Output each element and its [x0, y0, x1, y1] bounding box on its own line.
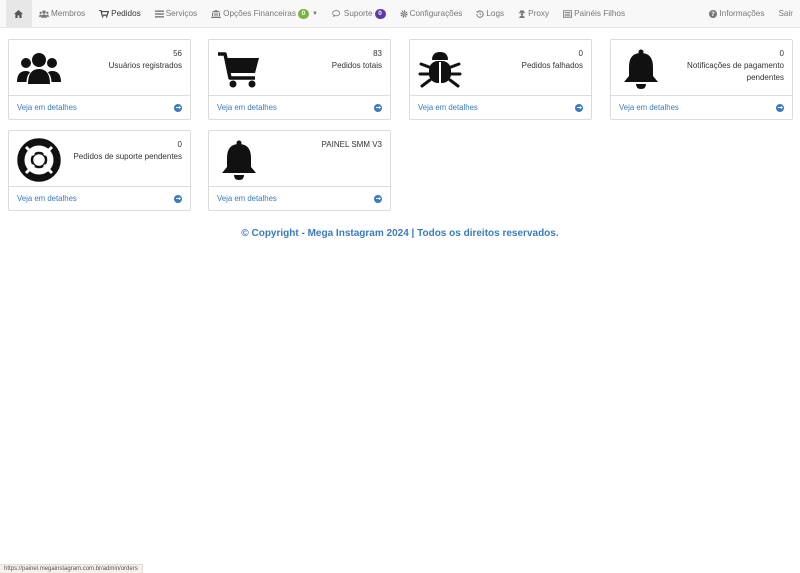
- card-label: Pedidos de suporte pendentes: [73, 152, 182, 161]
- nav-servicos-label: Serviços: [165, 9, 198, 18]
- nav-suporte-label: Suporte: [343, 9, 373, 18]
- list-alt-icon: [563, 9, 573, 18]
- card-details-label: Veja em detalhes: [17, 194, 77, 203]
- comments-icon: [332, 9, 341, 17]
- card-body: PAINEL SMM V3: [209, 131, 390, 187]
- bell-icon: [222, 140, 256, 180]
- card-body: 0 Pedidos de suporte pendentes: [9, 131, 190, 187]
- card-notificacoes: 0 Notificações de pagamento pendentes Ve…: [610, 39, 793, 120]
- cart-icon: [99, 9, 110, 18]
- card-painel: PAINEL SMM V3 Veja em detalhes: [208, 130, 391, 211]
- card-falhados: 0 Pedidos falhados Veja em detalhes: [409, 39, 592, 120]
- card-details-label: Veja em detalhes: [217, 103, 277, 112]
- card-value: 0: [578, 49, 583, 58]
- nav-home[interactable]: [6, 0, 32, 27]
- card-label: Pedidos totais: [331, 61, 382, 70]
- card-details-label: Veja em detalhes: [17, 103, 77, 112]
- list-icon: [154, 9, 164, 18]
- card-label: Notificações de pagamento pendentes: [687, 61, 784, 82]
- life-ring-icon: [17, 138, 61, 182]
- svg-text:?: ?: [712, 10, 716, 18]
- arrow-circle-right-icon: [374, 103, 382, 112]
- question-circle-icon: ?: [709, 9, 718, 18]
- card-body: 0 Notificações de pagamento pendentes: [611, 40, 792, 96]
- card-details-label: Veja em detalhes: [418, 103, 478, 112]
- nav-pedidos-label: Pedidos: [111, 9, 141, 18]
- user-secret-icon: [518, 9, 526, 18]
- home-icon: [13, 9, 23, 18]
- nav-left: Membros Pedidos Serviços Opções Financei…: [0, 0, 632, 27]
- card-details-link[interactable]: Veja em detalhes: [410, 96, 591, 119]
- bug-icon: [418, 52, 462, 88]
- nav-right: ? Informações Sair: [702, 0, 800, 27]
- card-value: 56: [173, 49, 182, 58]
- card-suporte: 0 Pedidos de suporte pendentes Veja em d…: [8, 130, 191, 211]
- card-usuarios: 56 Usuários registrados Veja em detalhes: [8, 39, 191, 120]
- top-navbar: Membros Pedidos Serviços Opções Financei…: [0, 0, 800, 28]
- card-value: 0: [177, 140, 182, 149]
- nav-sair-label: Sair: [778, 9, 793, 18]
- bell-icon: [624, 49, 658, 89]
- nav-paineis-filhos[interactable]: Painéis Filhos: [556, 0, 632, 27]
- card-label: Pedidos falhados: [521, 61, 583, 70]
- card-details-label: Veja em detalhes: [217, 194, 277, 203]
- card-details-label: Veja em detalhes: [619, 103, 679, 112]
- nav-sair[interactable]: Sair: [771, 0, 800, 27]
- nav-opcoes-financeiras-label: Opções Financeiras: [223, 9, 296, 18]
- financeiras-badge: 0: [297, 8, 309, 19]
- nav-configuracoes[interactable]: Configurações: [393, 0, 470, 27]
- nav-pedidos[interactable]: Pedidos: [92, 0, 148, 27]
- copyright-footer: © Copyright - Mega Instagram 2024 | Todo…: [241, 228, 559, 239]
- card-pedidos: 83 Pedidos totais Veja em detalhes: [208, 39, 391, 120]
- card-value: 0: [779, 49, 784, 58]
- card-value: PAINEL SMM V3: [321, 140, 382, 149]
- card-label: Usuários registrados: [108, 61, 182, 70]
- nav-servicos[interactable]: Serviços: [148, 0, 204, 27]
- cart-icon: [218, 52, 259, 88]
- nav-membros[interactable]: Membros: [32, 0, 92, 27]
- status-bar-url: https://painel.megainstagram.com.br/admi…: [0, 564, 143, 573]
- nav-logs-label: Logs: [486, 9, 505, 18]
- card-details-link[interactable]: Veja em detalhes: [611, 96, 792, 119]
- bank-icon: [211, 9, 221, 18]
- card-body: 56 Usuários registrados: [9, 40, 190, 96]
- arrow-circle-right-icon: [174, 194, 182, 203]
- card-body: 83 Pedidos totais: [209, 40, 390, 96]
- nav-paineis-filhos-label: Painéis Filhos: [574, 9, 626, 18]
- nav-opcoes-financeiras[interactable]: Opções Financeiras 0 ▼: [204, 0, 325, 27]
- users-icon: [17, 53, 61, 84]
- card-details-link[interactable]: Veja em detalhes: [209, 96, 390, 119]
- gear-icon: [399, 9, 408, 18]
- card-details-link[interactable]: Veja em detalhes: [209, 187, 390, 210]
- nav-informacoes-label: Informações: [719, 9, 765, 18]
- nav-proxy[interactable]: Proxy: [511, 0, 556, 27]
- users-icon: [39, 9, 49, 18]
- arrow-circle-right-icon: [374, 194, 382, 203]
- nav-membros-label: Membros: [51, 9, 86, 18]
- card-value: 83: [373, 49, 382, 58]
- nav-configuracoes-label: Configurações: [409, 9, 463, 18]
- nav-informacoes[interactable]: ? Informações: [702, 0, 771, 27]
- nav-suporte[interactable]: Suporte 0: [325, 0, 393, 27]
- card-details-link[interactable]: Veja em detalhes: [9, 96, 190, 119]
- chevron-down-icon: ▼: [311, 10, 318, 17]
- card-details-link[interactable]: Veja em detalhes: [9, 187, 190, 210]
- nav-logs[interactable]: Logs: [469, 0, 511, 27]
- arrow-circle-right-icon: [776, 103, 784, 112]
- suporte-badge: 0: [374, 8, 386, 19]
- arrow-circle-right-icon: [575, 103, 583, 112]
- history-icon: [476, 9, 485, 18]
- card-body: 0 Pedidos falhados: [410, 40, 591, 96]
- arrow-circle-right-icon: [174, 103, 182, 112]
- nav-proxy-label: Proxy: [528, 9, 550, 18]
